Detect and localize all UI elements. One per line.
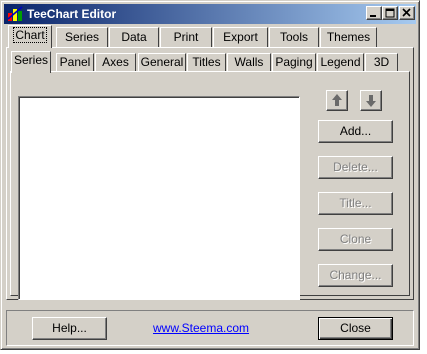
close-button[interactable]: Close <box>318 317 393 340</box>
minimize-icon <box>370 15 376 17</box>
arrow-down-icon <box>366 95 376 107</box>
tab-tools[interactable]: Tools <box>269 27 319 47</box>
maximize-button[interactable] <box>382 6 398 20</box>
subtab-panel[interactable]: Panel <box>56 53 94 72</box>
chart-sub-tab-strip: Series Panel Axes General Titles Walls P… <box>10 51 410 73</box>
window-title: TeeChart Editor <box>27 7 117 21</box>
tab-data[interactable]: Data <box>109 27 159 47</box>
minimize-button[interactable] <box>366 6 382 20</box>
subtab-axes[interactable]: Axes <box>95 53 136 72</box>
delete-series-button[interactable]: Delete... <box>318 156 393 179</box>
title-series-button[interactable]: Title... <box>318 192 393 215</box>
tab-themes[interactable]: Themes <box>320 27 377 47</box>
subtab-walls[interactable]: Walls <box>227 53 271 72</box>
clone-series-button[interactable]: Clone <box>318 228 393 251</box>
close-icon <box>402 8 411 17</box>
tab-chart[interactable]: Chart <box>8 25 52 48</box>
subtab-general[interactable]: General <box>138 53 186 72</box>
close-window-button[interactable] <box>399 6 415 20</box>
tab-series[interactable]: Series <box>56 27 108 47</box>
move-up-button[interactable] <box>326 90 348 111</box>
tab-export[interactable]: Export <box>213 27 268 47</box>
title-bar[interactable]: TeeChart Editor <box>4 4 416 24</box>
subtab-series[interactable]: Series <box>11 51 51 73</box>
subtab-paging[interactable]: Paging <box>272 53 316 72</box>
subtab-titles[interactable]: Titles <box>187 53 226 72</box>
change-series-button[interactable]: Change... <box>318 264 393 287</box>
subtab-3d[interactable]: 3D <box>365 53 398 72</box>
series-list[interactable] <box>18 96 300 300</box>
steema-link[interactable]: www.Steema.com <box>153 321 249 335</box>
subtab-legend[interactable]: Legend <box>317 53 364 72</box>
move-down-button[interactable] <box>360 90 382 111</box>
teechart-editor-window: TeeChart Editor Chart Series Data Print … <box>0 0 420 350</box>
app-icon <box>7 6 23 21</box>
help-button[interactable]: Help... <box>32 317 107 340</box>
tab-print[interactable]: Print <box>160 27 212 47</box>
maximize-icon <box>385 8 395 18</box>
add-series-button[interactable]: Add... <box>318 120 393 143</box>
main-tab-strip: Chart Series Data Print Export Tools The… <box>6 25 416 49</box>
arrow-up-icon <box>332 94 342 106</box>
